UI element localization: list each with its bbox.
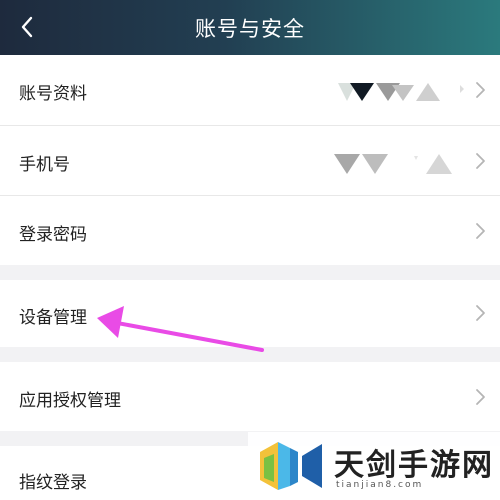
- row-label: 账号资料: [19, 84, 87, 104]
- chevron-right-icon: [476, 305, 485, 321]
- row-label: 指纹登录: [19, 473, 87, 493]
- watermark-logo-icon: [260, 442, 322, 490]
- row-label: 登录密码: [19, 225, 87, 245]
- chevron-right-icon: [476, 389, 485, 405]
- settings-row-app-authorization[interactable]: 应用授权管理: [0, 362, 500, 431]
- watermark: 天剑手游网 tianjian8.com: [248, 432, 500, 500]
- chevron-right-icon: [476, 153, 485, 169]
- settings-row-phone-number[interactable]: 手机号: [0, 126, 500, 195]
- chevron-right-icon: [476, 82, 485, 98]
- page-title: 账号与安全: [195, 16, 305, 41]
- watermark-text: 天剑手游网: [334, 448, 494, 483]
- row-label: 应用授权管理: [19, 391, 121, 411]
- row-label: 手机号: [19, 155, 70, 175]
- watermark-url: tianjian8.com: [336, 480, 424, 490]
- masked-value-graphic: [334, 154, 452, 174]
- settings-row-account-profile[interactable]: 账号资料: [0, 55, 500, 125]
- chevron-right-icon: [476, 223, 485, 239]
- settings-row-login-password[interactable]: 登录密码: [0, 196, 500, 265]
- masked-value-graphic: [338, 83, 464, 101]
- app-header: 账号与安全: [0, 0, 500, 55]
- settings-row-device-management[interactable]: 设备管理: [0, 280, 500, 347]
- row-label: 设备管理: [19, 308, 87, 328]
